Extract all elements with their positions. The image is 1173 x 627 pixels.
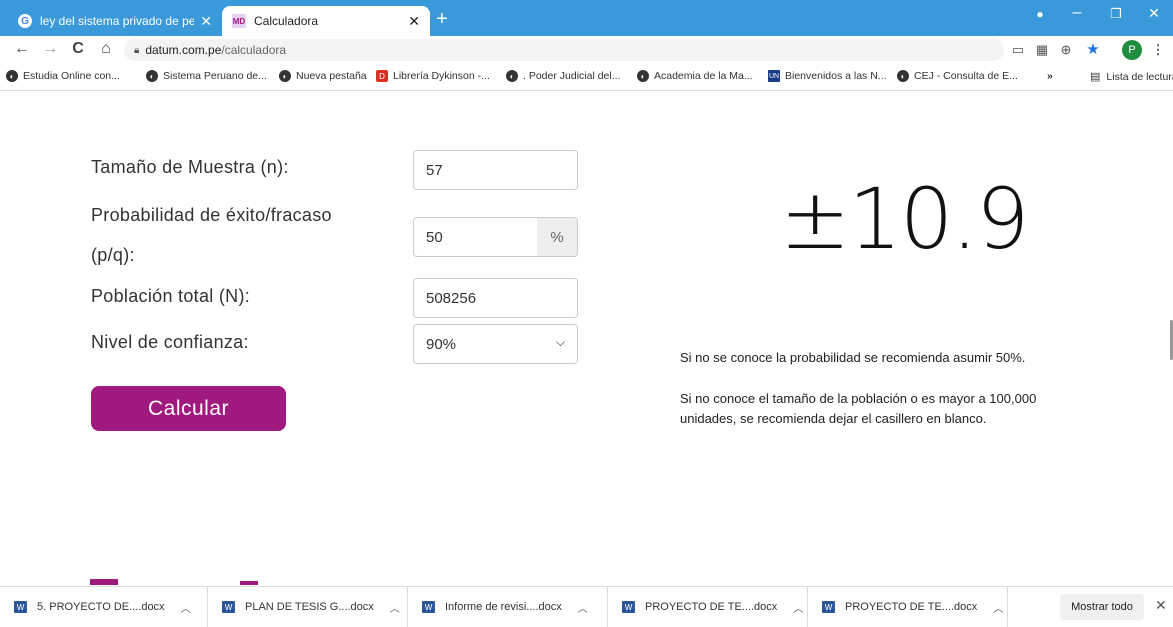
probability-input[interactable]: 50 [413,217,538,257]
globe-icon: ◐ [6,70,18,82]
bookmark-item[interactable]: ◐ Nueva pestaña [279,70,367,82]
probability-label-line2: (p/q): [91,245,135,265]
download-name: PROYECTO DE TE....docx [645,601,778,613]
close-window-button[interactable]: ✕ [1139,5,1169,22]
more-bookmarks-button[interactable]: » [1047,70,1053,82]
bookmark-star-icon[interactable]: ★ [1083,40,1103,58]
bookmark-label: Nueva pestaña [296,70,367,82]
profile-menu-icon[interactable]: ● [1025,7,1055,21]
reload-button[interactable]: C [68,40,88,58]
url-bar[interactable]: 🔒︎ datum.com.pe/calculadora [124,39,1004,61]
bookmark-label: Estudia Online con... [23,70,120,82]
close-tab-icon[interactable]: ✕ [408,13,420,30]
download-name: Informe de revisi....docx [445,601,562,613]
minimize-button[interactable]: – [1062,4,1092,22]
chevron-up-icon[interactable]: ︿ [793,600,803,615]
url-host: datum.com.pe [145,43,222,57]
bookmarks-bar: ◐ Estudia Online con... ◐ Sistema Peruano … [0,64,1173,91]
globe-icon: ◐ [897,70,909,82]
word-doc-icon: W [14,601,27,613]
home-icon[interactable]: ⌂ [96,40,116,58]
globe-icon: ◐ [146,70,158,82]
download-name: PLAN DE TESIS G....docx [245,601,374,613]
zoom-icon[interactable]: ⊕ [1056,42,1076,58]
chevron-up-icon[interactable]: ︿ [993,600,1003,615]
bookmark-label: . Poder Judicial del... [523,70,621,82]
bookmark-label: Academia de la Ma... [654,70,753,82]
reading-list-button[interactable]: ▤ Lista de lectura [1090,70,1173,84]
margin-of-error-result: ±10.9 [780,170,1029,268]
more-bookmarks-label: » [1047,70,1053,82]
download-item[interactable]: W 5. PROYECTO DE....docx ︿ [0,587,208,627]
probability-label-line1: Probabilidad de éxito/fracaso [91,205,332,225]
url-path: /calculadora [221,43,287,57]
browser-tab-bar: G ley del sistema privado de pensio ✕ MD… [0,0,1173,36]
percent-addon: % [537,217,578,257]
menu-icon[interactable]: ⋮ [1148,42,1168,58]
calculate-button[interactable]: Calcular [91,386,286,431]
tab-title: Calculadora [254,14,319,28]
close-shelf-icon[interactable]: ✕ [1155,597,1167,614]
bookmark-item[interactable]: ◐ . Poder Judicial del... [506,70,620,82]
bookmark-label: Librería Dykinson -... [393,70,490,82]
chevron-up-icon[interactable]: ︿ [578,600,588,615]
bookmark-label: Sistema Peruano de... [163,70,267,82]
globe-icon: ◐ [637,70,649,82]
next-section-heading-partial [90,577,310,585]
bookmark-item[interactable]: ◐ Estudia Online con... [6,70,120,82]
probability-note: Si no se conoce la probabilidad se recom… [680,350,1026,365]
confidence-select[interactable]: 90% [413,324,578,364]
download-item[interactable]: W PLAN DE TESIS G....docx ︿ [208,587,408,627]
close-tab-icon[interactable]: ✕ [200,13,212,30]
download-item[interactable]: W PROYECTO DE TE....docx ︿ [608,587,808,627]
download-item[interactable]: W Informe de revisi....docx ︿ [408,587,608,627]
sample-size-input[interactable]: 57 [413,150,578,190]
population-label: Población total (N): [91,286,251,306]
sample-size-label: Tamaño de Muestra (n): [91,157,289,177]
address-toolbar: ← → C ⌂ 🔒︎ datum.com.pe/calculadora ▭ ▦ … [0,36,1173,64]
datum-favicon-icon: MD [232,14,246,28]
bookmark-label: CEJ - Consulta de E... [914,70,1018,82]
tab-search[interactable]: G ley del sistema privado de pensio ✕ [8,6,222,36]
bookmark-item[interactable]: D Librería Dykinson -... [376,70,490,82]
confidence-label: Nivel de confianza: [91,332,249,352]
bookmark-item[interactable]: ◐ Sistema Peruano de... [146,70,267,82]
word-doc-icon: W [622,601,635,613]
un-logo-icon: UN [768,70,780,82]
show-all-downloads-button[interactable]: Mostrar todo [1060,594,1144,620]
google-icon: G [18,14,32,28]
qr-code-icon[interactable]: ▦ [1032,42,1052,58]
back-button[interactable]: ← [12,40,32,58]
download-name: 5. PROYECTO DE....docx [37,601,165,613]
globe-icon: ◐ [279,70,291,82]
word-doc-icon: W [822,601,835,613]
forward-button[interactable]: → [40,40,60,58]
dykinson-icon: D [376,70,388,82]
reading-list-label: Lista de lectura [1106,70,1173,83]
avatar[interactable]: P [1122,40,1142,60]
tab-calculadora[interactable]: MD Calculadora ✕ [222,6,430,36]
population-input[interactable]: 508256 [413,278,578,318]
restore-button[interactable]: ❐ [1101,6,1131,22]
downloads-shelf: W 5. PROYECTO DE....docx ︿ W PLAN DE TESIS … [0,586,1173,627]
new-tab-button[interactable]: + [436,8,448,30]
download-item[interactable]: W PROYECTO DE TE....docx ︿ [808,587,1008,627]
chevron-down-icon: ⌵ [556,335,566,349]
word-doc-icon: W [422,601,435,613]
download-name: PROYECTO DE TE....docx [845,601,978,613]
reading-list-icon: ▤ [1090,71,1101,83]
tab-title: ley del sistema privado de pensio [40,14,195,28]
word-doc-icon: W [222,601,235,613]
bookmark-label: Bienvenidos a las N... [785,70,887,82]
chevron-up-icon[interactable]: ︿ [181,600,191,615]
bookmark-item[interactable]: ◐ CEJ - Consulta de E... [897,70,1018,82]
bookmark-item[interactable]: UN Bienvenidos a las N... [768,70,887,82]
population-note: Si no conoce el tamaño de la población o… [680,391,1037,426]
chevron-up-icon[interactable]: ︿ [390,600,400,615]
globe-icon: ◐ [506,70,518,82]
lock-icon: 🔒︎ [134,44,140,56]
cast-icon[interactable]: ▭ [1008,42,1028,58]
bookmark-item[interactable]: ◐ Academia de la Ma... [637,70,753,82]
